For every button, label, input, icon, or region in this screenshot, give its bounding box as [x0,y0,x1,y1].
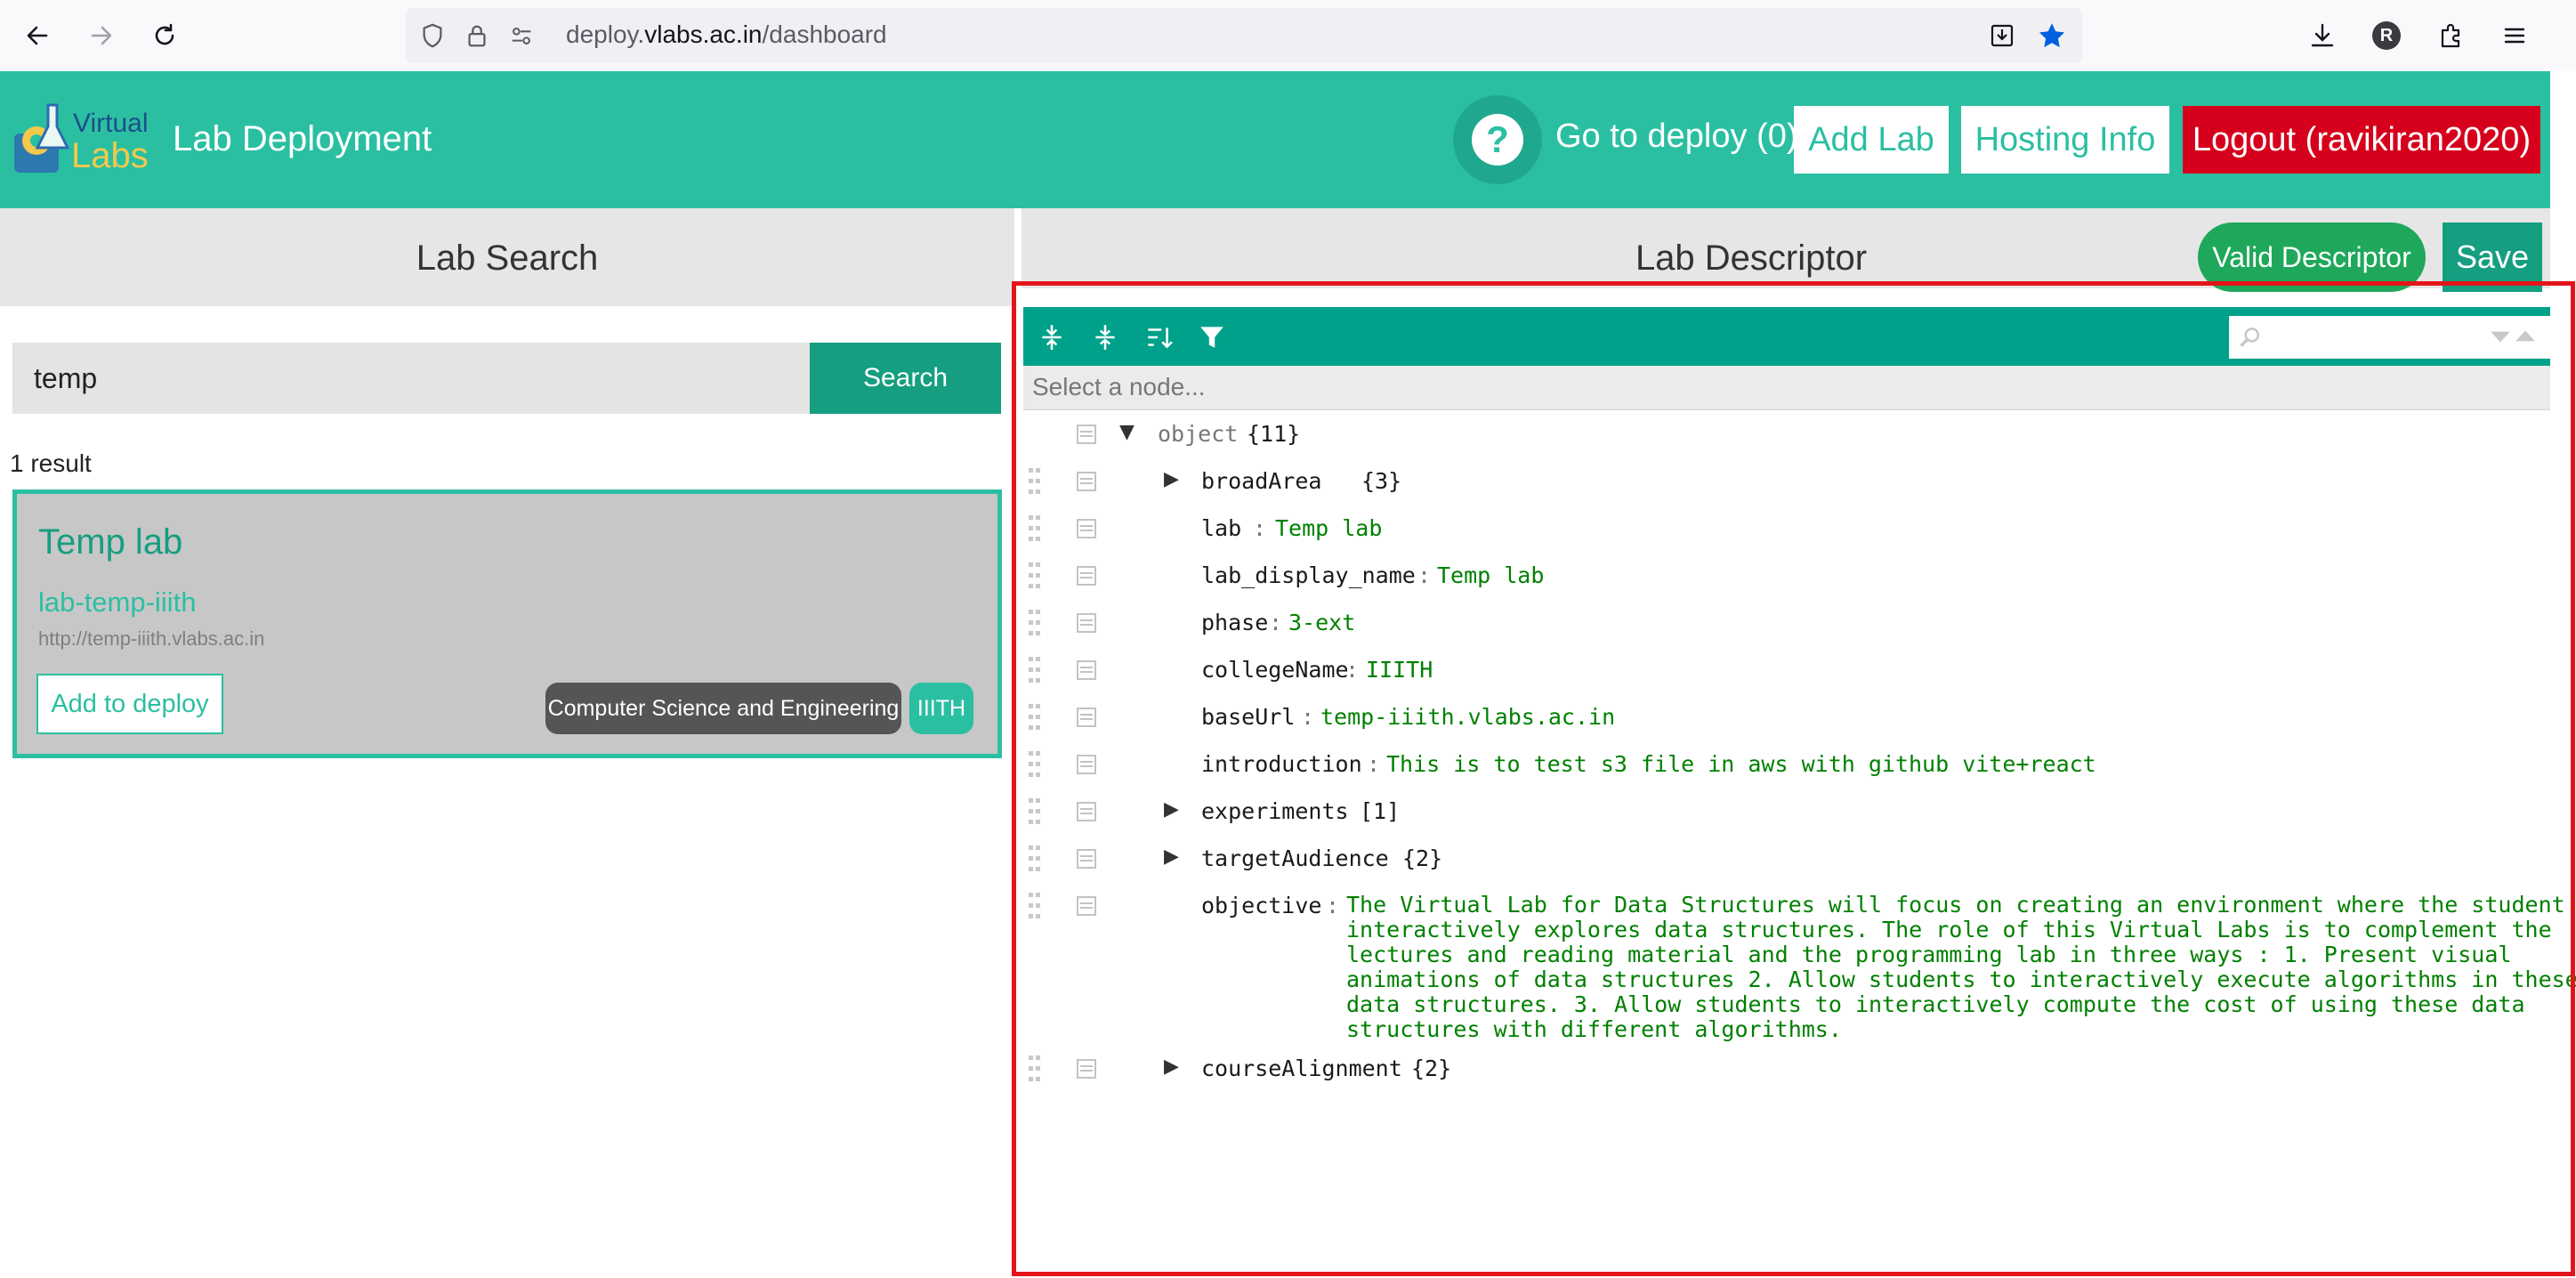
back-icon[interactable] [18,16,57,55]
lab-search-header: Lab Search [0,208,1014,306]
help-icon: ? [1472,114,1523,166]
result-count: 1 result [10,449,92,477]
add-to-deploy-button[interactable]: Add to deploy [36,674,223,734]
help-button[interactable]: ? [1453,95,1542,184]
url-text: deploy.vlabs.ac.in/dashboard [566,20,887,48]
address-bar[interactable]: deploy.vlabs.ac.in/dashboard [406,8,2082,63]
account-avatar[interactable]: R [2369,18,2404,53]
forward-icon[interactable] [82,16,121,55]
app-header: Virtual Labs Lab Deployment ? Go to depl… [0,71,2550,208]
discipline-badge: Computer Science and Engineering [545,683,901,734]
lab-descriptor-title: Lab Descriptor [1635,239,1868,278]
add-lab-button[interactable]: Add Lab [1794,106,1949,174]
bookmark-star-icon[interactable] [2036,20,2068,52]
virtual-labs-logo[interactable]: Virtual Labs [12,98,157,180]
lab-url: http://temp-iiith.vlabs.ac.in [38,627,265,650]
svg-text:Labs: Labs [71,136,149,175]
menu-icon[interactable] [2497,18,2532,53]
downloads-icon[interactable] [2305,18,2340,53]
avatar-letter: R [2372,21,2401,50]
app-title: Lab Deployment [173,119,432,158]
lab-id: lab-temp-iiith [38,586,197,618]
lab-result-card[interactable]: Temp lab lab-temp-iiith http://temp-iiit… [12,489,1002,758]
hosting-info-button[interactable]: Hosting Info [1961,106,2169,174]
shield-icon[interactable] [416,20,448,52]
lock-icon[interactable] [461,20,493,52]
lab-search-input[interactable] [12,343,810,414]
browser-toolbar: deploy.vlabs.ac.in/dashboard R [0,0,2576,71]
save-page-icon[interactable] [1986,20,2018,52]
reload-icon[interactable] [145,16,184,55]
go-to-deploy-link[interactable]: Go to deploy (0) [1555,117,1797,156]
institute-badge: IIITH [909,683,973,734]
lab-search-title: Lab Search [416,239,599,278]
logout-button[interactable]: Logout (ravikiran2020) [2183,106,2540,174]
search-button[interactable]: Search [810,343,1001,414]
svg-text:Virtual: Virtual [73,109,149,138]
highlight-box [1012,281,2575,1276]
extensions-icon[interactable] [2433,18,2468,53]
site-settings-icon[interactable] [505,20,537,52]
lab-name: Temp lab [38,522,183,562]
